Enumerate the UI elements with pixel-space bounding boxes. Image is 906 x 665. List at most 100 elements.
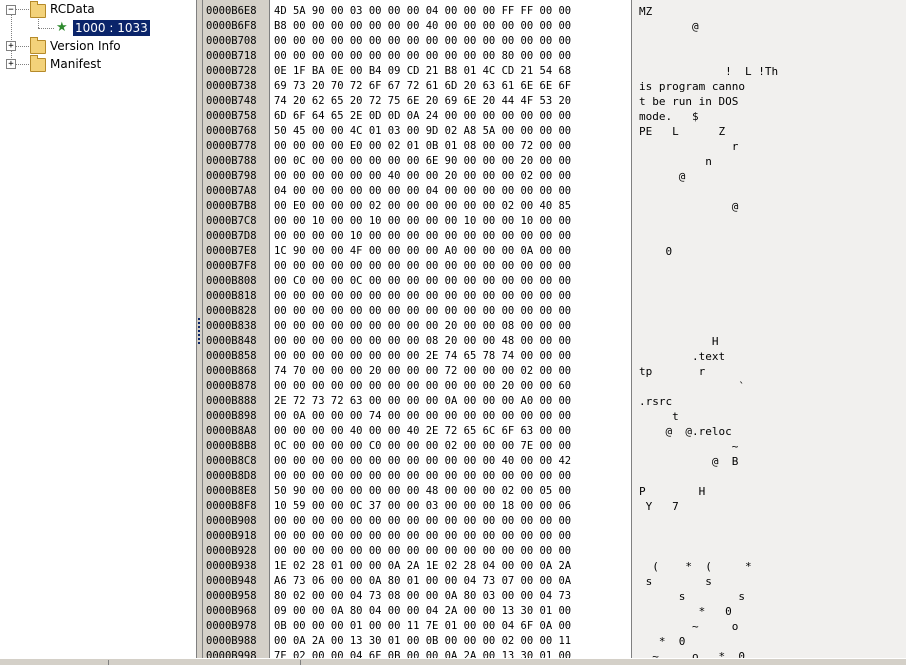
row-bytes[interactable]: 1C 90 00 00 4F 00 00 00 00 A0 00 00 00 0… xyxy=(274,244,571,259)
tree-item-manifest[interactable]: Manifest xyxy=(50,56,101,72)
row-bytes[interactable]: 00 00 00 00 10 00 00 00 00 00 00 00 00 0… xyxy=(274,229,571,244)
row-bytes[interactable]: 74 20 62 65 20 72 75 6E 20 69 6E 20 44 4… xyxy=(274,94,571,109)
expand-icon[interactable]: + xyxy=(6,41,16,51)
row-bytes[interactable]: 09 00 00 0A 80 04 00 00 04 2A 00 00 13 3… xyxy=(274,604,571,619)
row-address: 0000B888 xyxy=(206,395,257,407)
collapse-icon[interactable]: − xyxy=(6,5,16,15)
ascii-row[interactable]: * 0 xyxy=(639,604,732,619)
ascii-row[interactable]: ~ o xyxy=(639,619,738,634)
ascii-row[interactable]: t be run in DOS xyxy=(639,94,738,109)
row-bytes[interactable]: 74 70 00 00 00 20 00 00 00 72 00 00 00 0… xyxy=(274,364,571,379)
row-bytes[interactable]: 10 59 00 00 0C 37 00 00 03 00 00 00 18 0… xyxy=(274,499,571,514)
hex-view[interactable]: 0000B6E8 4D 5A 90 00 03 00 00 00 04 00 00… xyxy=(202,0,632,658)
ascii-row[interactable]: s s xyxy=(639,589,745,604)
row-address: 0000B718 xyxy=(206,50,257,62)
tree-guide-line xyxy=(11,12,12,66)
splitter-grip-icon[interactable] xyxy=(198,318,200,344)
ascii-row[interactable]: t xyxy=(639,409,679,424)
ascii-row[interactable]: tp r xyxy=(639,364,705,379)
row-bytes[interactable]: 00 00 00 00 00 00 00 00 00 00 00 00 00 0… xyxy=(274,469,571,484)
row-address: 0000B838 xyxy=(206,320,257,332)
row-bytes[interactable]: 00 00 00 00 00 00 00 00 00 00 00 00 00 0… xyxy=(274,544,571,559)
ascii-row[interactable]: n xyxy=(639,154,712,169)
row-bytes[interactable]: 4D 5A 90 00 03 00 00 00 04 00 00 00 FF F… xyxy=(274,4,571,19)
row-bytes[interactable]: 00 00 00 00 00 00 00 00 00 00 00 00 80 0… xyxy=(274,49,571,64)
row-bytes[interactable]: 7E 02 00 00 04 6F 0B 00 00 0A 2A 00 13 3… xyxy=(274,649,571,658)
row-bytes[interactable]: 00 00 00 00 00 00 00 00 00 00 00 00 00 0… xyxy=(274,529,571,544)
row-bytes[interactable]: 00 00 00 00 00 00 00 00 00 00 00 00 00 0… xyxy=(274,259,571,274)
row-bytes[interactable]: 00 00 10 00 00 10 00 00 00 00 10 00 00 1… xyxy=(274,214,571,229)
row-bytes[interactable]: 0B 00 00 00 01 00 00 11 7E 01 00 00 04 6… xyxy=(274,619,571,634)
row-bytes[interactable]: 50 90 00 00 00 00 00 00 48 00 00 00 02 0… xyxy=(274,484,571,499)
row-bytes[interactable]: 2E 72 73 72 63 00 00 00 00 0A 00 00 00 A… xyxy=(274,394,571,409)
ascii-row[interactable]: PE L Z xyxy=(639,124,725,139)
row-bytes[interactable]: 0C 00 00 00 00 C0 00 00 00 02 00 00 00 7… xyxy=(274,439,571,454)
expand-icon[interactable]: + xyxy=(6,59,16,69)
row-bytes[interactable]: 00 00 00 00 00 00 00 00 00 00 00 00 00 0… xyxy=(274,34,571,49)
resource-tree[interactable]: − RCData ★ 1000 : 1033 + Version Info + … xyxy=(0,0,197,658)
ascii-row[interactable]: Y 7 xyxy=(639,499,679,514)
row-bytes[interactable]: 00 00 00 00 00 00 00 00 00 00 00 00 20 0… xyxy=(274,379,571,394)
row-bytes[interactable]: 00 0C 00 00 00 00 00 00 6E 90 00 00 00 2… xyxy=(274,154,571,169)
row-bytes[interactable]: A6 73 06 00 00 0A 80 01 00 00 04 73 07 0… xyxy=(274,574,571,589)
row-bytes[interactable]: 00 00 00 00 40 00 00 40 2E 72 65 6C 6F 6… xyxy=(274,424,571,439)
row-bytes[interactable]: 1E 02 28 01 00 00 0A 2A 1E 02 28 04 00 0… xyxy=(274,559,571,574)
row-bytes[interactable]: B8 00 00 00 00 00 00 00 40 00 00 00 00 0… xyxy=(274,19,571,34)
ascii-row[interactable]: ~ xyxy=(639,439,739,454)
ascii-row[interactable]: * 0 xyxy=(639,634,686,649)
ascii-row[interactable]: P H xyxy=(639,484,705,499)
row-bytes[interactable]: 00 00 00 00 00 00 00 00 2E 74 65 78 74 0… xyxy=(274,349,571,364)
row-address: 0000B8B8 xyxy=(206,440,257,452)
row-address: 0000B728 xyxy=(206,65,257,77)
row-bytes[interactable]: 00 0A 2A 00 13 30 01 00 0B 00 00 00 02 0… xyxy=(274,634,571,649)
ascii-row[interactable]: @ B xyxy=(639,454,739,469)
row-bytes[interactable]: 00 00 00 00 00 00 00 00 08 20 00 00 48 0… xyxy=(274,334,571,349)
ascii-row[interactable]: @ xyxy=(639,199,739,214)
ascii-row[interactable]: ~ o * 0 xyxy=(639,649,745,658)
ascii-row[interactable]: mode. $ xyxy=(639,109,699,124)
row-address: 0000B808 xyxy=(206,275,257,287)
row-bytes[interactable]: 04 00 00 00 00 00 00 00 04 00 00 00 00 0… xyxy=(274,184,571,199)
row-bytes[interactable]: 00 C0 00 00 0C 00 00 00 00 00 00 00 00 0… xyxy=(274,274,571,289)
row-bytes[interactable]: 00 00 00 00 00 00 00 00 00 00 00 00 00 0… xyxy=(274,304,571,319)
row-bytes[interactable]: 50 45 00 00 4C 01 03 00 9D 02 A8 5A 00 0… xyxy=(274,124,571,139)
ascii-row[interactable]: r xyxy=(639,139,739,154)
ascii-row[interactable]: ( * ( * xyxy=(639,559,751,574)
row-bytes[interactable]: 6D 6F 64 65 2E 0D 0D 0A 24 00 00 00 00 0… xyxy=(274,109,571,124)
row-bytes[interactable]: 00 00 00 00 00 00 00 00 00 00 00 00 40 0… xyxy=(274,454,571,469)
row-bytes[interactable]: 0E 1F BA 0E 00 B4 09 CD 21 B8 01 4C CD 2… xyxy=(274,64,571,79)
row-bytes[interactable]: 69 73 20 70 72 6F 67 72 61 6D 20 63 61 6… xyxy=(274,79,571,94)
row-address: 0000B768 xyxy=(206,125,257,137)
tree-item-version-info[interactable]: Version Info xyxy=(50,38,121,54)
row-address: 0000B858 xyxy=(206,350,257,362)
ascii-row[interactable]: s s xyxy=(639,574,712,589)
row-address: 0000B8C8 xyxy=(206,455,257,467)
row-address: 0000B6F8 xyxy=(206,20,257,32)
ascii-row[interactable]: ! L !Th xyxy=(639,64,778,79)
ascii-row[interactable]: is program canno xyxy=(639,79,745,94)
row-bytes[interactable]: 00 00 00 00 00 00 00 00 00 20 00 00 08 0… xyxy=(274,319,571,334)
ascii-row[interactable]: H xyxy=(639,334,719,349)
ascii-row[interactable]: .rsrc xyxy=(639,394,672,409)
row-bytes[interactable]: 00 0A 00 00 00 74 00 00 00 00 00 00 00 0… xyxy=(274,409,571,424)
ascii-row[interactable]: @ xyxy=(639,169,686,184)
row-address: 0000B748 xyxy=(206,95,257,107)
row-bytes[interactable]: 00 00 00 00 00 00 00 00 00 00 00 00 00 0… xyxy=(274,289,571,304)
row-bytes[interactable]: 00 00 00 00 00 00 00 00 00 00 00 00 00 0… xyxy=(274,514,571,529)
row-address: 0000B828 xyxy=(206,305,257,317)
row-bytes[interactable]: 00 E0 00 00 00 02 00 00 00 00 00 00 02 0… xyxy=(274,199,571,214)
ascii-view[interactable]: MZ @ ! L !Th is program canno t be run in … xyxy=(631,0,906,658)
row-address: 0000B918 xyxy=(206,530,257,542)
tree-item-rcdata[interactable]: RCData xyxy=(50,1,95,17)
row-bytes[interactable]: 00 00 00 00 E0 00 02 01 0B 01 08 00 00 7… xyxy=(274,139,571,154)
ascii-row[interactable]: ` xyxy=(639,379,745,394)
ascii-row[interactable]: @ @.reloc xyxy=(639,424,731,439)
ascii-row[interactable]: .text xyxy=(639,349,725,364)
row-address: 0000B8D8 xyxy=(206,470,257,482)
ascii-row[interactable]: 0 xyxy=(639,244,672,259)
ascii-row[interactable]: MZ xyxy=(639,4,652,19)
row-bytes[interactable]: 80 02 00 00 04 73 08 00 00 0A 80 03 00 0… xyxy=(274,589,571,604)
row-bytes[interactable]: 00 00 00 00 00 00 40 00 00 20 00 00 00 0… xyxy=(274,169,571,184)
ascii-row[interactable]: @ xyxy=(639,19,699,34)
tree-item-1000-1033[interactable]: 1000 : 1033 xyxy=(73,20,150,36)
